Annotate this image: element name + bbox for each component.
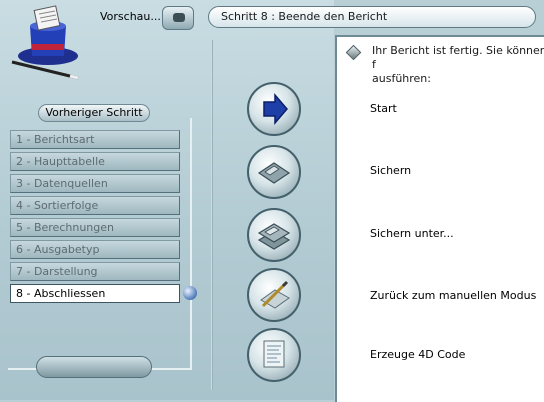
step-indicator-knob (183, 286, 197, 300)
manual-mode-label[interactable]: Zurück zum manuellen Modus (370, 289, 536, 302)
step-scroll-bar[interactable] (36, 356, 152, 378)
info-text: Ihr Bericht ist fertig. Sie können f aus… (372, 44, 544, 85)
content-panel (335, 35, 544, 402)
step-item[interactable]: 1 - Berichtsart (10, 130, 180, 149)
save-as-disks-icon (257, 223, 291, 250)
step-item[interactable]: 5 - Berechnungen (10, 218, 180, 237)
eye-icon (173, 13, 185, 22)
step-item[interactable]: 4 - Sortierfolge (10, 196, 180, 215)
step-item[interactable]: 2 - Haupttabelle (10, 152, 180, 171)
step-item-active[interactable]: 8 - Abschliessen (10, 284, 180, 303)
code-document-icon (263, 340, 285, 368)
arrow-right-icon (263, 92, 288, 126)
step-item[interactable]: 7 - Darstellung (10, 262, 180, 281)
manual-mode-icon (260, 280, 290, 309)
manual-mode-button[interactable] (247, 268, 301, 322)
generate-code-button[interactable] (247, 328, 301, 382)
save-as-button[interactable] (247, 208, 301, 262)
generate-code-label[interactable]: Erzeuge 4D Code (370, 348, 465, 361)
save-as-label[interactable]: Sichern unter... (370, 227, 454, 240)
save-button[interactable] (247, 145, 301, 199)
start-button[interactable] (247, 82, 301, 136)
vertical-divider (211, 40, 213, 390)
step-item[interactable]: 6 - Ausgabetyp (10, 240, 180, 259)
step-item[interactable]: 3 - Datenquellen (10, 174, 180, 193)
wizard-hat-logo-icon (11, 5, 79, 80)
save-label[interactable]: Sichern (370, 164, 411, 177)
preview-label: Vorschau... (100, 10, 161, 23)
step-title: Schritt 8 : Beende den Bericht (208, 6, 536, 28)
start-label[interactable]: Start (370, 102, 397, 115)
save-disk-icon (257, 162, 291, 184)
preview-button[interactable] (162, 6, 194, 30)
previous-step-button[interactable]: Vorheriger Schritt (38, 104, 150, 122)
